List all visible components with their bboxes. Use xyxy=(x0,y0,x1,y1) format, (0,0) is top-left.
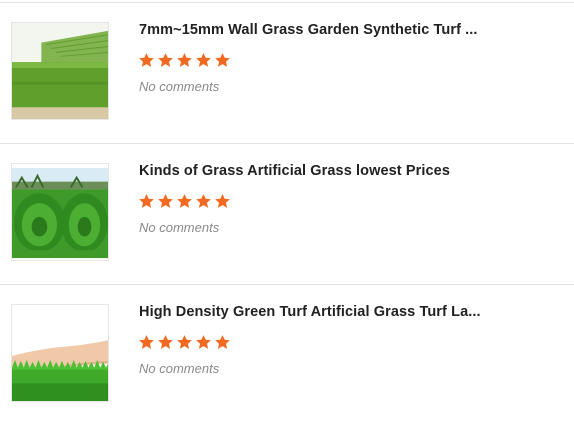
star-icon xyxy=(138,52,155,69)
star-icon xyxy=(176,193,193,210)
star-icon xyxy=(195,52,212,69)
product-list-item[interactable]: 7mm~15mm Wall Grass Garden Synthetic Tur… xyxy=(0,22,574,162)
product-list-item[interactable]: High Density Green Turf Artificial Grass… xyxy=(0,304,574,444)
star-icon xyxy=(157,52,174,69)
product-thumbnail-wall-grass[interactable] xyxy=(11,22,109,120)
star-icon xyxy=(157,193,174,210)
star-icon xyxy=(195,334,212,351)
star-icon xyxy=(176,52,193,69)
star-icon xyxy=(195,193,212,210)
separator xyxy=(0,143,574,144)
rating-stars xyxy=(138,52,231,70)
separator-top xyxy=(0,2,574,3)
product-title[interactable]: Kinds of Grass Artificial Grass lowest P… xyxy=(139,163,569,179)
product-thumbnail-rolled-grass[interactable] xyxy=(11,163,109,261)
product-title[interactable]: High Density Green Turf Artificial Grass… xyxy=(139,304,569,320)
star-icon xyxy=(214,52,231,69)
star-icon xyxy=(157,334,174,351)
star-icon xyxy=(214,334,231,351)
separator xyxy=(0,284,574,285)
rating-stars xyxy=(138,193,231,211)
star-icon xyxy=(176,334,193,351)
comments-count: No comments xyxy=(139,220,220,235)
star-icon xyxy=(138,193,155,210)
comments-count: No comments xyxy=(139,361,220,376)
star-icon xyxy=(138,334,155,351)
product-thumbnail-hand-grass[interactable] xyxy=(11,304,109,402)
rating-stars xyxy=(138,334,231,352)
comments-count: No comments xyxy=(139,79,220,94)
product-title[interactable]: 7mm~15mm Wall Grass Garden Synthetic Tur… xyxy=(139,22,569,38)
star-icon xyxy=(214,193,231,210)
product-list-item[interactable]: Kinds of Grass Artificial Grass lowest P… xyxy=(0,163,574,303)
